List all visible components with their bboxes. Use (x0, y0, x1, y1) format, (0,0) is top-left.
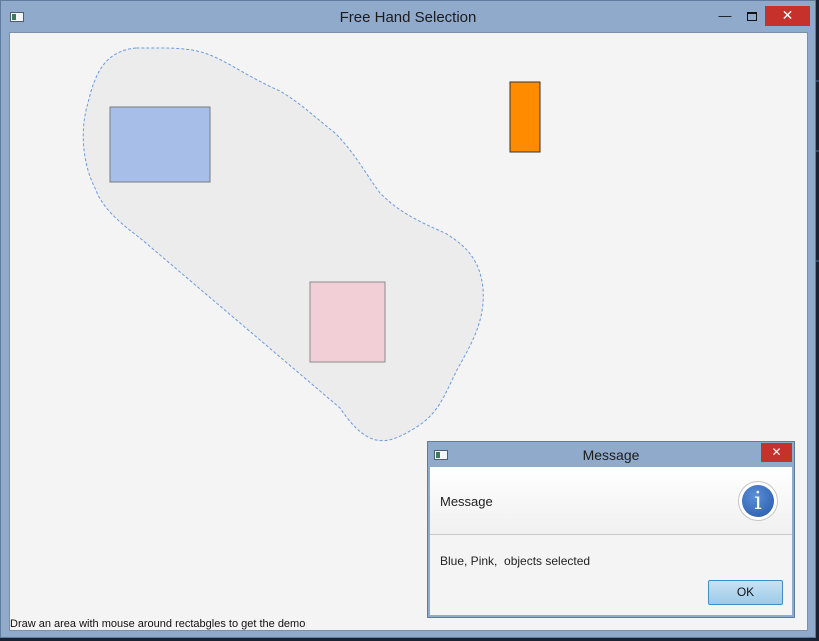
maximize-button[interactable] (739, 6, 763, 26)
close-button[interactable]: ✕ (765, 6, 810, 26)
dialog-title: Message (582, 447, 640, 463)
ok-button[interactable]: OK (708, 580, 783, 605)
status-hint: Draw an area with mouse around rectabgle… (10, 618, 306, 630)
minimize-button[interactable]: — (713, 6, 737, 26)
window-title: Free Hand Selection (339, 9, 477, 26)
dialog-header-text: Message (440, 494, 493, 509)
blue-rectangle[interactable] (109, 106, 211, 183)
dialog-header: Message i (430, 467, 792, 535)
orange-rectangle[interactable] (509, 81, 541, 153)
maximize-icon (747, 12, 757, 21)
dialog-close-button[interactable]: ✕ (761, 443, 792, 462)
info-glyph: i (742, 485, 774, 517)
title-bar[interactable]: Free Hand Selection — ✕ (1, 1, 815, 32)
pink-rectangle[interactable] (309, 281, 386, 363)
dialog-message: Blue, Pink, objects selected (440, 554, 591, 568)
dialog-body: Message i Blue, Pink, objects selected O… (430, 467, 792, 615)
message-dialog: Message ✕ Message i Blue, Pink, objects … (427, 441, 795, 618)
info-icon: i (738, 481, 778, 521)
